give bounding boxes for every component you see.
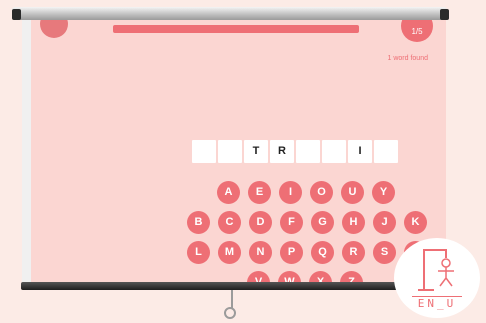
back-button[interactable] xyxy=(40,20,68,38)
letter-key-l[interactable]: L xyxy=(187,241,210,264)
projector-roller-top xyxy=(12,7,447,20)
letter-slot xyxy=(374,140,398,163)
letter-key-d[interactable]: D xyxy=(249,211,272,234)
letter-key-e[interactable]: E xyxy=(248,181,271,204)
letter-key-p[interactable]: P xyxy=(280,241,303,264)
letter-key-x[interactable]: X xyxy=(309,271,332,282)
letter-slot: I xyxy=(348,140,372,163)
keyboard-row-consonants-2: L M N P Q R S T xyxy=(187,241,427,264)
words-found-label: 1 word found xyxy=(387,55,428,62)
app-logo: EN_U xyxy=(394,238,480,318)
logo-text: EN_U xyxy=(412,296,462,310)
roller-cap-right xyxy=(440,9,449,20)
letter-key-g[interactable]: G xyxy=(311,211,334,234)
projector-roller-bottom xyxy=(21,282,451,290)
keyboard-row-consonants-1: B C D F G H J K xyxy=(187,211,427,234)
game-screen: 1/5 1 word found T R I A E I O U Y B C D… xyxy=(22,20,446,282)
keyboard-row-consonants-3: V W X Z xyxy=(247,271,363,282)
letter-key-h[interactable]: H xyxy=(342,211,365,234)
letter-key-j[interactable]: J xyxy=(373,211,396,234)
letter-key-f[interactable]: F xyxy=(280,211,303,234)
letter-slot xyxy=(322,140,346,163)
level-badge: 1/5 xyxy=(401,20,433,42)
letter-key-v[interactable]: V xyxy=(247,271,270,282)
progress-bar xyxy=(113,25,359,33)
letter-key-u[interactable]: U xyxy=(341,181,364,204)
letter-key-s[interactable]: S xyxy=(373,241,396,264)
keyboard-row-vowels: A E I O U Y xyxy=(217,181,395,204)
letter-slot: R xyxy=(270,140,294,163)
letter-slot xyxy=(192,140,216,163)
hangman-icon xyxy=(418,249,454,291)
letter-key-q[interactable]: Q xyxy=(311,241,334,264)
letter-key-o[interactable]: O xyxy=(310,181,333,204)
letter-key-n[interactable]: N xyxy=(249,241,272,264)
letter-slot: T xyxy=(244,140,268,163)
letter-key-a[interactable]: A xyxy=(217,181,240,204)
pull-cord xyxy=(231,290,233,308)
letter-key-c[interactable]: C xyxy=(218,211,241,234)
letter-slot xyxy=(218,140,242,163)
letter-slot xyxy=(296,140,320,163)
letter-key-y[interactable]: Y xyxy=(372,181,395,204)
word-slots: T R I xyxy=(192,140,398,163)
pull-ring-icon xyxy=(224,307,236,319)
letter-key-m[interactable]: M xyxy=(218,241,241,264)
letter-key-b[interactable]: B xyxy=(187,211,210,234)
letter-key-w[interactable]: W xyxy=(278,271,301,282)
letter-key-i[interactable]: I xyxy=(279,181,302,204)
roller-cap-left xyxy=(12,9,21,20)
letter-key-k[interactable]: K xyxy=(404,211,427,234)
letter-key-z[interactable]: Z xyxy=(340,271,363,282)
letter-key-r[interactable]: R xyxy=(342,241,365,264)
